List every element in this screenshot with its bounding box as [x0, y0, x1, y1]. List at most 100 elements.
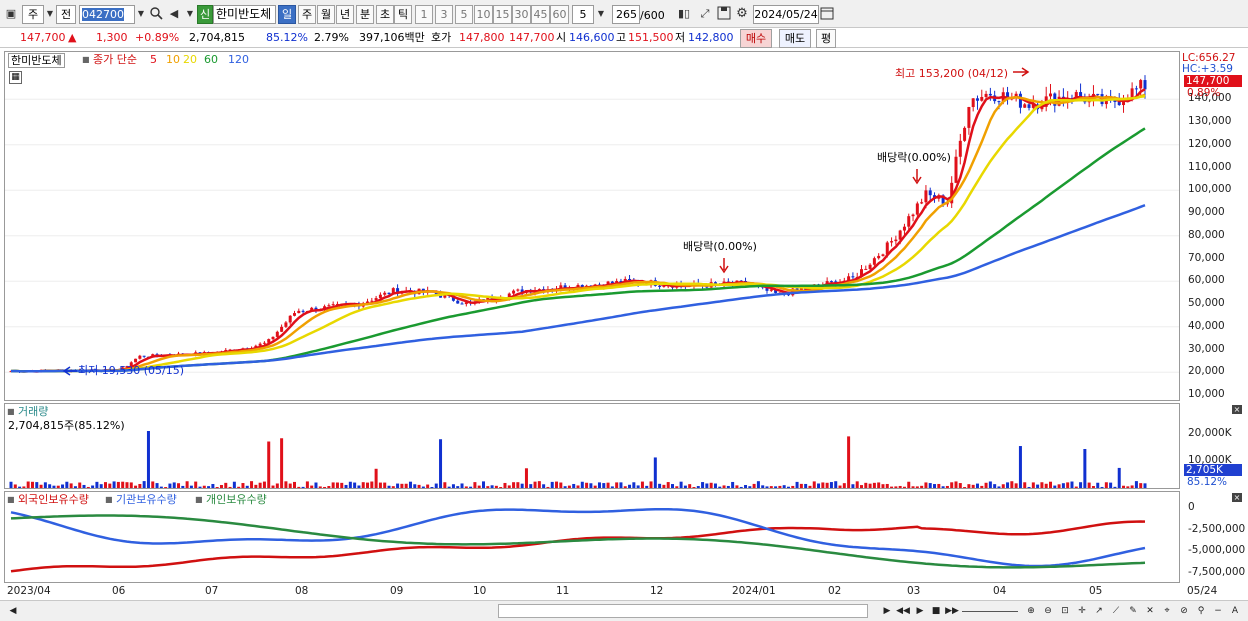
chart-icon[interactable]: ⤢	[697, 6, 713, 22]
date-input[interactable]: 2024/05/24	[753, 5, 819, 24]
minute-button-30[interactable]: 30	[512, 5, 531, 24]
minute-button-10[interactable]: 10	[474, 5, 493, 24]
volume-bar	[250, 481, 254, 488]
volume-bar	[1113, 486, 1117, 488]
candle-body	[928, 190, 932, 196]
zoom-out-icon[interactable]: ⊖	[1041, 604, 1055, 618]
volume-bar	[1023, 482, 1027, 488]
close-icon[interactable]: ×	[1232, 405, 1242, 414]
draw-icon[interactable]: ✎	[1126, 604, 1140, 618]
candle-body	[297, 310, 301, 314]
lock-icon[interactable]: ⊘	[1177, 604, 1191, 618]
volume-bar	[284, 481, 288, 488]
chevron-down-icon[interactable]: ▼	[182, 6, 198, 22]
scroll-left-icon[interactable]: ◀	[6, 604, 20, 618]
period-tab-5[interactable]: 초	[376, 5, 394, 24]
volume-bar	[829, 482, 833, 488]
new-label: 신	[199, 8, 211, 21]
volume-bar	[1061, 483, 1065, 488]
close-icon[interactable]: ×	[1232, 493, 1242, 502]
eval-button[interactable]: 평	[816, 29, 836, 48]
sell-button[interactable]: 매도	[779, 29, 811, 48]
candle-body	[628, 278, 632, 281]
trend-icon[interactable]: ↗	[1092, 604, 1106, 618]
market-select[interactable]: 주	[22, 5, 44, 24]
ruler-icon[interactable]: ⟋	[1109, 604, 1123, 618]
volume-bar	[666, 482, 670, 488]
period-tab-4[interactable]: 분	[356, 5, 374, 24]
minute-button-60[interactable]: 60	[550, 5, 569, 24]
volume-bar	[73, 486, 77, 488]
price-tick: 50,000	[1188, 297, 1225, 309]
minute-button-15[interactable]: 15	[493, 5, 512, 24]
zoom-slider[interactable]	[962, 611, 1018, 612]
zoom-in-icon[interactable]: ⊕	[1024, 604, 1038, 618]
volume-bar	[61, 484, 65, 488]
holdings-chart[interactable]	[4, 491, 1180, 583]
chevron-down-icon[interactable]: ▼	[593, 6, 609, 22]
period-tab-3[interactable]: 년	[336, 5, 354, 24]
save-icon[interactable]	[716, 6, 732, 22]
volume-bar	[490, 485, 494, 488]
legend-ma-5: 5	[150, 53, 157, 66]
minute-button-1[interactable]: 1	[415, 5, 433, 24]
period-tab-1[interactable]: 주	[298, 5, 316, 24]
interval-select[interactable]: 5	[572, 5, 594, 24]
rewind-icon[interactable]: ◀◀	[896, 604, 910, 618]
volume-chart[interactable]	[4, 403, 1180, 489]
search-icon[interactable]	[148, 6, 164, 22]
volume-bar	[86, 486, 90, 488]
window-icon[interactable]: ▣	[3, 6, 19, 22]
code-input[interactable]: 042700	[79, 5, 135, 24]
volume-bar	[116, 481, 120, 488]
stop-icon[interactable]: ■	[929, 604, 943, 618]
minus-icon[interactable]: −	[1211, 604, 1225, 618]
speaker-icon[interactable]: ◀	[166, 6, 182, 22]
volume-bar	[1031, 482, 1035, 488]
scroll-thumb[interactable]	[498, 604, 868, 618]
forward-icon[interactable]: ▶▶	[945, 604, 959, 618]
volume-bar	[1040, 482, 1044, 488]
minute-button-5[interactable]: 5	[455, 5, 473, 24]
volume-value: 2,704,815주(85.12%)	[8, 419, 125, 432]
prev-button[interactable]: 전	[56, 5, 76, 24]
period-tab-6[interactable]: 틱	[394, 5, 412, 24]
volume-bar	[855, 481, 859, 488]
magnet-icon[interactable]: ⌖	[1160, 604, 1174, 618]
calendar-icon[interactable]	[819, 6, 835, 22]
period-tab-0[interactable]: 일	[278, 5, 296, 24]
volume-bar	[52, 485, 56, 488]
dividend-arrow-1	[719, 258, 729, 274]
price-tick: 40,000	[1188, 319, 1225, 332]
play-icon[interactable]: ▶	[913, 604, 927, 618]
fit-icon[interactable]: ⊡	[1058, 604, 1072, 618]
minute-button-3[interactable]: 3	[435, 5, 453, 24]
volume-bar	[774, 486, 778, 488]
pin-icon[interactable]: ⚲	[1194, 604, 1208, 618]
x-tick: 11	[556, 585, 570, 597]
volume-bar	[310, 485, 314, 488]
price-chart[interactable]	[4, 51, 1180, 401]
crosshair-icon[interactable]: ✛	[1075, 604, 1089, 618]
scroll-right-icon[interactable]: ▶	[880, 604, 894, 618]
holdings-chart-svg	[10, 507, 1146, 573]
minute-button-45[interactable]: 45	[531, 5, 550, 24]
volume-bar	[456, 486, 460, 488]
grid-toggle-icon[interactable]: ▦	[9, 71, 22, 84]
period-tab-2[interactable]: 월	[317, 5, 335, 24]
candle-body	[327, 305, 331, 307]
gear-icon[interactable]: ⚙	[734, 6, 750, 22]
buy-button[interactable]: 매수	[740, 29, 772, 48]
text-icon[interactable]: A	[1228, 604, 1242, 618]
volume-bar	[1057, 484, 1061, 488]
candle-body	[769, 289, 773, 291]
volume-bar	[155, 483, 159, 488]
count-input[interactable]: 265	[612, 5, 640, 24]
volume-bar	[26, 481, 30, 488]
candle-body	[1096, 93, 1100, 95]
chevron-down-icon[interactable]: ▼	[133, 6, 149, 22]
candle-icon[interactable]: ▮▯	[676, 6, 692, 22]
volume-bar	[91, 485, 95, 488]
volume-bar	[894, 486, 898, 488]
eraser-icon[interactable]: ✕	[1143, 604, 1157, 618]
